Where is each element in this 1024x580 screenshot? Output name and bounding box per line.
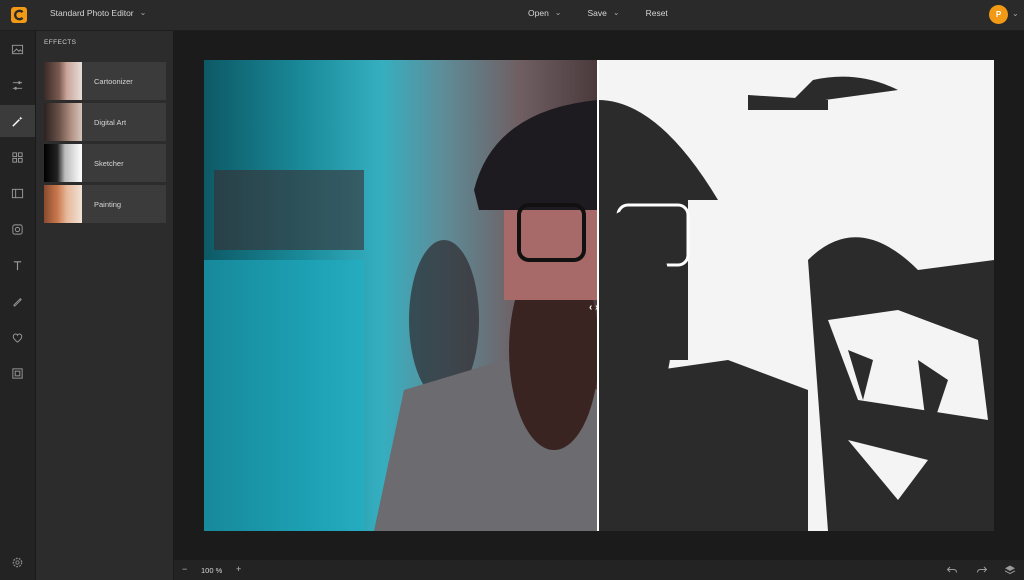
tool-adjust[interactable] bbox=[0, 69, 35, 101]
reset-button[interactable]: Reset bbox=[646, 8, 668, 18]
redo-icon[interactable] bbox=[976, 564, 988, 576]
gear-icon[interactable] bbox=[11, 556, 24, 569]
chevron-down-icon: ⌄ bbox=[139, 7, 147, 17]
zoom-out-button[interactable]: − bbox=[182, 564, 187, 574]
effect-label: Digital Art bbox=[94, 117, 127, 127]
avatar[interactable]: P bbox=[989, 5, 1008, 24]
save-label: Save bbox=[587, 8, 607, 18]
tool-draw[interactable] bbox=[0, 285, 35, 317]
effect-label: Sketcher bbox=[94, 158, 124, 168]
chevron-down-icon: ⌄ bbox=[554, 7, 562, 17]
tool-focus[interactable] bbox=[0, 213, 35, 245]
frame-icon bbox=[11, 188, 24, 198]
reset-label: Reset bbox=[645, 8, 668, 18]
panel-title: EFFECTS bbox=[44, 39, 77, 46]
cartoonized-photo bbox=[598, 60, 994, 531]
top-bar: Standard Photo Editor ⌄ Open ⌄ Save ⌄ Re… bbox=[0, 0, 1024, 31]
compare-divider[interactable] bbox=[597, 60, 599, 531]
original-photo bbox=[204, 60, 598, 531]
zoom-level: 100 % bbox=[201, 566, 223, 575]
open-label: Open bbox=[528, 8, 549, 18]
effects-panel: EFFECTS Cartoonizer Digital Art Sketcher… bbox=[36, 31, 173, 580]
effect-label: Painting bbox=[94, 199, 122, 209]
top-menu: Open ⌄ Save ⌄ Reset bbox=[528, 7, 668, 19]
layers-icon[interactable] bbox=[1004, 564, 1016, 576]
effect-thumbnail bbox=[44, 144, 82, 182]
tool-image[interactable] bbox=[0, 33, 35, 65]
image-canvas[interactable]: ‹ › bbox=[204, 60, 994, 531]
image-icon bbox=[11, 44, 24, 54]
effect-label: Cartoonizer bbox=[94, 76, 133, 86]
effect-sketcher[interactable]: Sketcher bbox=[44, 144, 166, 182]
tool-frames[interactable] bbox=[0, 177, 35, 209]
tool-borders[interactable] bbox=[0, 357, 35, 389]
save-menu[interactable]: Save ⌄ bbox=[587, 7, 620, 19]
open-menu[interactable]: Open ⌄ bbox=[528, 7, 562, 19]
effect-cartoonizer[interactable]: Cartoonizer bbox=[44, 62, 166, 100]
bottom-bar: − 100 % + bbox=[174, 560, 1024, 580]
effect-thumbnail bbox=[44, 185, 82, 223]
undo-icon[interactable] bbox=[946, 564, 958, 576]
app-title[interactable]: Standard Photo Editor ⌄ bbox=[50, 7, 147, 19]
sliders-icon bbox=[12, 80, 23, 90]
tool-stickers[interactable] bbox=[0, 321, 35, 353]
tool-overlays[interactable] bbox=[0, 141, 35, 173]
brush-icon bbox=[13, 297, 22, 307]
text-icon bbox=[13, 260, 22, 270]
tool-text[interactable] bbox=[0, 249, 35, 281]
logo-icon[interactable] bbox=[11, 7, 27, 23]
split-handle-icon[interactable]: ‹ › bbox=[589, 302, 598, 313]
magic-wand-icon bbox=[12, 115, 23, 127]
grid-icon bbox=[12, 151, 23, 163]
app-title-label: Standard Photo Editor bbox=[50, 8, 134, 18]
chevron-down-icon: ⌄ bbox=[612, 7, 620, 17]
effect-painting[interactable]: Painting bbox=[44, 185, 166, 223]
heart-icon bbox=[12, 332, 23, 343]
tool-effects[interactable] bbox=[0, 105, 35, 137]
border-icon bbox=[12, 367, 23, 379]
focus-icon bbox=[12, 223, 23, 235]
avatar-letter: P bbox=[995, 10, 1002, 19]
zoom-in-button[interactable]: + bbox=[236, 564, 241, 574]
chevron-down-icon[interactable]: ⌄ bbox=[1012, 9, 1019, 18]
effect-thumbnail bbox=[44, 103, 82, 141]
effect-thumbnail bbox=[44, 62, 82, 100]
effect-digital-art[interactable]: Digital Art bbox=[44, 103, 166, 141]
left-toolbar bbox=[0, 31, 36, 580]
